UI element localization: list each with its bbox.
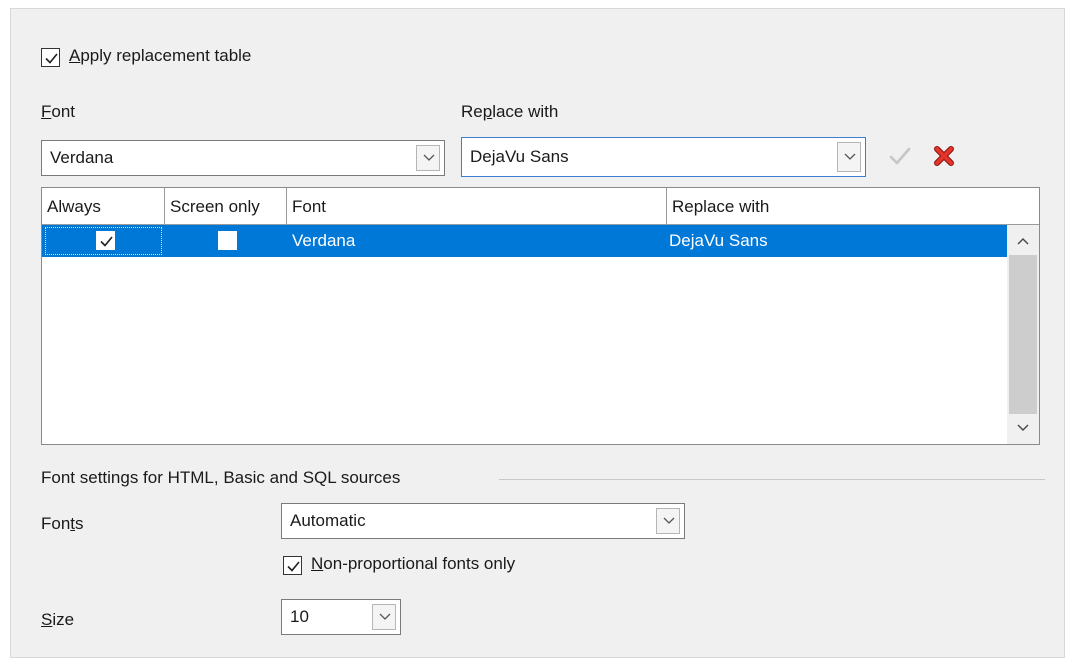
column-header-always[interactable]: Always bbox=[42, 188, 165, 225]
apply-replacement-label[interactable]: Apply replacement table bbox=[69, 46, 251, 66]
fonts-combobox[interactable]: Automatic bbox=[281, 503, 685, 539]
row-font: Verdana bbox=[292, 231, 356, 250]
chevron-down-icon bbox=[844, 153, 856, 160]
font-combobox-value: Verdana bbox=[50, 148, 114, 167]
font-combobox-button[interactable] bbox=[416, 145, 440, 171]
table-row[interactable]: Verdana DejaVu Sans bbox=[42, 225, 1007, 257]
size-combobox[interactable]: 10 bbox=[281, 599, 401, 635]
delete-x-icon bbox=[934, 146, 954, 166]
fonts-combobox-value: Automatic bbox=[290, 511, 366, 530]
replace-with-combobox-button[interactable] bbox=[837, 142, 861, 172]
always-checkbox[interactable] bbox=[96, 231, 115, 250]
scrollbar-thumb[interactable] bbox=[1009, 255, 1037, 414]
replacement-table-dialog: Apply replacement table Font Replace wit… bbox=[10, 8, 1065, 658]
fonts-combobox-button[interactable] bbox=[656, 508, 680, 534]
section-separator bbox=[499, 479, 1045, 480]
column-header-replace-with[interactable]: Replace with bbox=[667, 188, 1039, 225]
checkmark-icon bbox=[45, 53, 58, 64]
checkmark-icon bbox=[889, 147, 911, 165]
checkmark-icon bbox=[287, 561, 300, 572]
row-replace-with: DejaVu Sans bbox=[669, 231, 768, 250]
replace-with-combobox-value: DejaVu Sans bbox=[470, 147, 569, 166]
replace-with-combobox[interactable]: DejaVu Sans bbox=[461, 137, 866, 177]
table-header: Always Screen only Font Replace with bbox=[42, 188, 1039, 225]
chevron-down-icon bbox=[379, 613, 391, 620]
size-combobox-button[interactable] bbox=[372, 604, 396, 630]
checkmark-icon bbox=[100, 236, 113, 247]
source-section-title: Font settings for HTML, Basic and SQL so… bbox=[41, 468, 401, 487]
font-label: Font bbox=[41, 102, 76, 121]
column-header-screen-only[interactable]: Screen only bbox=[165, 188, 287, 225]
column-header-font[interactable]: Font bbox=[287, 188, 667, 225]
chevron-down-icon[interactable] bbox=[1017, 424, 1029, 432]
non-proportional-checkbox[interactable] bbox=[283, 556, 302, 575]
size-combobox-value: 10 bbox=[290, 607, 309, 626]
replacement-table[interactable]: Always Screen only Font Replace with Ver… bbox=[41, 187, 1040, 445]
replace-with-label: Replace with bbox=[461, 102, 559, 121]
fonts-label: Fonts bbox=[41, 514, 84, 533]
chevron-down-icon bbox=[663, 517, 675, 524]
apply-replacement-checkbox[interactable] bbox=[41, 48, 60, 67]
non-proportional-label[interactable]: Non-proportional fonts only bbox=[311, 554, 515, 574]
table-scrollbar[interactable] bbox=[1007, 225, 1039, 444]
delete-button[interactable] bbox=[932, 144, 958, 170]
size-label: Size bbox=[41, 610, 75, 629]
apply-button[interactable] bbox=[888, 145, 914, 169]
font-combobox[interactable]: Verdana bbox=[41, 140, 445, 176]
chevron-up-icon[interactable] bbox=[1017, 237, 1029, 245]
chevron-down-icon bbox=[423, 154, 435, 161]
apply-replacement-rest: pply replacement table bbox=[80, 46, 252, 65]
screen-only-checkbox[interactable] bbox=[218, 231, 237, 250]
apply-replacement-mnemonic: A bbox=[69, 46, 81, 65]
